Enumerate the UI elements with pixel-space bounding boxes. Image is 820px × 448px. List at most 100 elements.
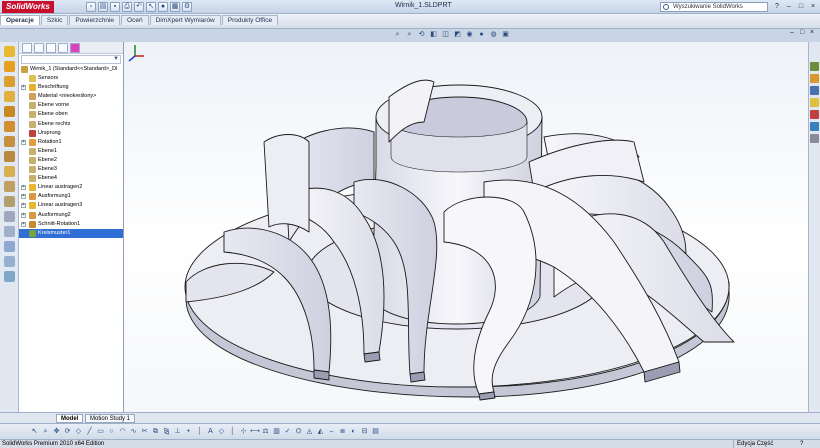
previous-view-icon[interactable]: ⟲: [417, 30, 426, 39]
point-icon[interactable]: •: [184, 427, 193, 436]
doc-minimize-button[interactable]: –: [790, 28, 798, 38]
mass-properties-icon[interactable]: ⚖: [261, 427, 270, 436]
expand-icon[interactable]: +: [21, 212, 26, 218]
tree-item[interactable]: + Ausformung2: [19, 211, 123, 220]
arc-icon[interactable]: ◠: [118, 427, 127, 436]
expand-icon[interactable]: +: [21, 139, 26, 145]
feature-tree-filter[interactable]: ▼: [21, 55, 121, 64]
circle-icon[interactable]: ○: [107, 427, 116, 436]
coordinate-system-icon[interactable]: ⊹: [239, 427, 248, 436]
tree-item[interactable]: Kreismuster1: [19, 228, 123, 238]
new-file-icon[interactable]: ▫: [86, 2, 96, 12]
custom-properties-icon[interactable]: [810, 122, 819, 131]
line-icon[interactable]: ╱: [85, 427, 94, 436]
expand-icon[interactable]: +: [21, 194, 26, 200]
minimize-button[interactable]: –: [784, 2, 794, 12]
fillet-icon[interactable]: [3, 136, 15, 147]
tree-item[interactable]: Sensors: [19, 74, 123, 83]
doc-maximize-button[interactable]: □: [800, 28, 808, 38]
hide-show-items-icon[interactable]: ◉: [465, 30, 474, 39]
tree-item[interactable]: Ursprung: [19, 129, 123, 138]
curves-icon[interactable]: [3, 256, 15, 267]
view-orientation-icon[interactable]: ◫: [441, 30, 450, 39]
expand-icon[interactable]: +: [21, 203, 26, 209]
zoom-to-fit-icon[interactable]: ⌕: [393, 30, 402, 39]
revolve-boss-icon[interactable]: [3, 61, 15, 72]
chamfer-icon[interactable]: [3, 151, 15, 162]
spline-icon[interactable]: ∿: [129, 427, 138, 436]
tree-item[interactable]: + Linear austragen3: [19, 201, 123, 210]
doc-close-button[interactable]: ×: [810, 28, 818, 38]
text-icon[interactable]: A: [206, 427, 215, 436]
tree-root[interactable]: Wirnik_1 (Standard<<Standard>_Di: [19, 65, 123, 74]
shell-icon[interactable]: [3, 181, 15, 192]
impeller-model[interactable]: [124, 42, 808, 412]
tab-powierzchnie[interactable]: Powierzchnie: [69, 15, 121, 25]
mirror-icon[interactable]: [3, 226, 15, 237]
zoom-area-icon[interactable]: ⌕: [405, 30, 414, 39]
section-view-icon[interactable]: ◧: [429, 30, 438, 39]
tree-item[interactable]: Ebene oben: [19, 110, 123, 119]
check-icon[interactable]: ✓: [283, 427, 292, 436]
pan-tool-icon[interactable]: ✥: [52, 427, 61, 436]
print-icon[interactable]: ⎙: [122, 2, 132, 12]
relations-icon[interactable]: ⊥: [173, 427, 182, 436]
trim-icon[interactable]: ✂: [140, 427, 149, 436]
dimxpert-manager-tab-icon[interactable]: [58, 43, 68, 53]
offset-icon[interactable]: ⧉: [151, 427, 160, 436]
open-file-icon[interactable]: ▤: [98, 2, 108, 12]
sweep-icon[interactable]: [3, 76, 15, 87]
select-icon[interactable]: ↖: [146, 2, 156, 12]
plane-tool-icon[interactable]: ◇: [217, 427, 226, 436]
reference-geometry-icon[interactable]: [3, 241, 15, 252]
tree-item[interactable]: Material <nieokreślony>: [19, 92, 123, 101]
revolve-cut-icon[interactable]: [3, 121, 15, 132]
design-library-icon[interactable]: [810, 74, 819, 83]
view-palette-icon[interactable]: [810, 98, 819, 107]
select-tool-icon[interactable]: ↖: [30, 427, 39, 436]
search-input[interactable]: Wyszukiwanie SolidWorks: [660, 2, 768, 12]
apply-scene-icon[interactable]: ◍: [489, 30, 498, 39]
tab-motion-study[interactable]: Motion Study 1: [85, 414, 136, 423]
tab-produkty-office[interactable]: Produkty Office: [221, 15, 279, 25]
curvature-icon[interactable]: ◐: [349, 427, 358, 436]
options-icon[interactable]: ⚙: [182, 2, 192, 12]
centerline-icon[interactable]: ┆: [195, 427, 204, 436]
axis-icon[interactable]: │: [228, 427, 237, 436]
tree-item[interactable]: Ebene rechts: [19, 120, 123, 129]
tree-item[interactable]: Ebene1: [19, 147, 123, 156]
extrude-boss-icon[interactable]: [3, 46, 15, 57]
status-help-button[interactable]: ?: [800, 440, 803, 448]
tab-szkic[interactable]: Szkic: [40, 15, 69, 25]
measure-icon[interactable]: ⟷: [250, 427, 260, 436]
property-manager-tab-icon[interactable]: [34, 43, 44, 53]
display-style-icon[interactable]: ◩: [453, 30, 462, 39]
section-properties-icon[interactable]: ▥: [272, 427, 281, 436]
tab-ocen[interactable]: Oceń: [121, 15, 149, 25]
tree-item[interactable]: + Ausformung1: [19, 192, 123, 201]
undercut-icon[interactable]: ◭: [316, 427, 325, 436]
rib-icon[interactable]: [3, 166, 15, 177]
expand-icon[interactable]: +: [21, 221, 26, 227]
solidworks-search-icon[interactable]: [810, 134, 819, 143]
tab-operacje[interactable]: Operacje: [0, 15, 40, 25]
tab-dimxpert[interactable]: DimXpert Wymiarów: [149, 15, 221, 25]
tree-item[interactable]: + Linear austragen2: [19, 183, 123, 192]
close-button[interactable]: ×: [808, 2, 818, 12]
instant3d-icon[interactable]: [3, 271, 15, 282]
view-settings-icon[interactable]: ▣: [501, 30, 510, 39]
expand-icon[interactable]: +: [21, 185, 26, 191]
display-manager-tab-icon[interactable]: [70, 43, 80, 53]
expand-icon[interactable]: +: [21, 85, 26, 91]
rebuild-icon[interactable]: ●: [158, 2, 168, 12]
parting-line-icon[interactable]: ⎯: [327, 427, 336, 436]
edit-appearance-icon[interactable]: ●: [477, 30, 486, 39]
save-icon[interactable]: ▪: [110, 2, 120, 12]
tree-item[interactable]: Ebene vorne: [19, 101, 123, 110]
graphics-area[interactable]: [124, 42, 808, 412]
extrude-cut-icon[interactable]: [3, 106, 15, 117]
app-logo[interactable]: SolidWorks: [2, 1, 54, 13]
appearances-icon[interactable]: [810, 110, 819, 119]
undo-icon[interactable]: ↶: [134, 2, 144, 12]
thickness-analysis-icon[interactable]: ▤: [371, 427, 380, 436]
